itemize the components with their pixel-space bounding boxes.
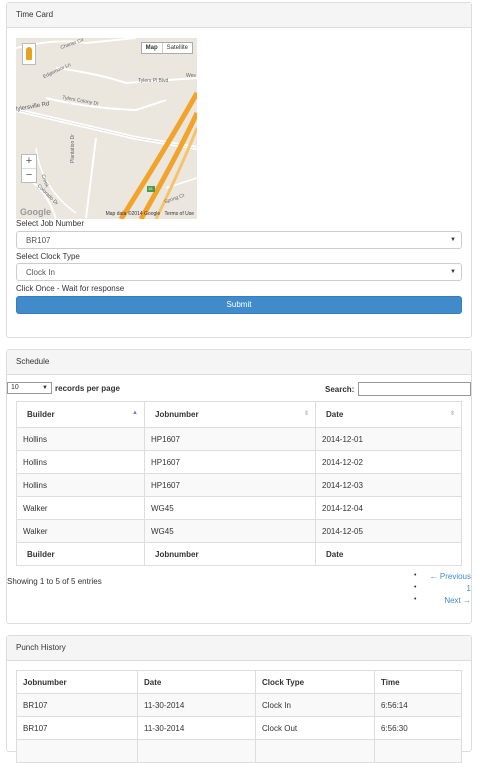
submit-button[interactable]: Submit <box>16 296 462 314</box>
map-type-satellite-button[interactable]: Satellite <box>163 43 192 53</box>
column-header-builder[interactable]: Builder ▲ <box>16 401 145 428</box>
cell-jobnumber: BR107 <box>16 716 138 740</box>
table-info: Showing 1 to 5 of 5 entries <box>7 577 102 586</box>
job-number-label: Select Job Number <box>16 219 85 228</box>
schedule-table: Builder ▲ Jobnumber ⇕ Date ⇕ Hollins HP1607… <box>16 401 462 566</box>
map-type-map-button[interactable]: Map <box>142 43 163 53</box>
clock-type-label: Select Clock Type <box>16 252 80 261</box>
cell-clock-type: Clock In <box>255 693 375 717</box>
cell-builder: Walker <box>16 496 145 520</box>
table-row: Hollins HP1607 2014-12-02 <box>16 450 462 474</box>
punch-history-heading: Punch History <box>7 636 471 661</box>
cell-jobnumber: HP1607 <box>144 427 316 451</box>
zoom-out-button[interactable]: − <box>22 169 36 182</box>
punch-history-panel: Punch History Jobnumber Date Clock Type … <box>6 635 472 763</box>
clock-type-select[interactable]: Clock In ▼ <box>16 263 462 281</box>
column-header-jobnumber[interactable]: Jobnumber ⇕ <box>144 401 316 428</box>
column-header-clock-type: Clock Type <box>255 670 375 694</box>
chevron-down-icon: ▼ <box>450 269 456 275</box>
records-per-page-value: 10 <box>11 384 19 391</box>
cell-date: 11-30-2014 <box>137 693 256 717</box>
google-logo: Google <box>20 207 51 217</box>
column-header-label: Builder <box>27 410 55 419</box>
schedule-panel: Schedule 10 ▼ records per page Search: B… <box>6 349 472 624</box>
cell-date: 11-30-2014 <box>137 716 256 740</box>
cell-time: 6:56:14 <box>374 693 462 717</box>
records-per-page-select[interactable]: 10 ▼ <box>7 382 52 394</box>
previous-page-link[interactable]: ← Previous <box>430 572 471 581</box>
cell-clock-type: Clock Out <box>255 716 375 740</box>
cell-builder: Walker <box>16 519 145 543</box>
map-type-toggle: Map Satellite <box>140 42 193 54</box>
table-row: Hollins HP1607 2014-12-01 <box>16 427 462 451</box>
cell-jobnumber: WG45 <box>144 496 316 520</box>
table-row: BR107 11-30-2014 Clock In 6:56:14 <box>16 693 462 717</box>
table-row: Walker WG45 2014-12-04 <box>16 496 462 520</box>
job-number-value: BR107 <box>26 236 51 245</box>
cell-jobnumber: WG45 <box>144 519 316 543</box>
cell-clock-type <box>255 739 375 763</box>
table-row: BR107 11-30-2014 Clock Out 6:56:30 <box>16 716 462 740</box>
sort-icon: ⇕ <box>449 411 455 417</box>
cell-time: 6:56:30 <box>374 716 462 740</box>
footer-builder: Builder <box>16 542 145 566</box>
pager-bullet: • <box>414 584 417 591</box>
next-page-link[interactable]: Next → <box>444 596 471 605</box>
street-label: Wes <box>186 73 196 79</box>
column-header-date: Date <box>137 670 256 694</box>
table-row <box>16 739 462 763</box>
table-row: Hollins HP1607 2014-12-03 <box>16 473 462 497</box>
terms-of-use-link[interactable]: Terms of Use <box>165 211 194 217</box>
cell-builder: Hollins <box>16 450 145 474</box>
location-map[interactable]: Charter Cir Edgemoor Ln Tylers Pl Blvd W… <box>16 38 197 219</box>
cell-date <box>137 739 256 763</box>
cell-date: 2014-12-01 <box>315 427 462 451</box>
column-header-label: Date <box>326 410 344 419</box>
timecard-heading: Time Card <box>7 3 471 28</box>
cell-jobnumber: HP1607 <box>144 473 316 497</box>
zoom-in-button[interactable]: + <box>22 155 36 169</box>
chevron-down-icon: ▼ <box>42 385 48 391</box>
schedule-heading: Schedule <box>7 350 471 375</box>
column-header-jobnumber: Jobnumber <box>16 670 138 694</box>
cell-builder: Hollins <box>16 473 145 497</box>
street-label: Plantation Dr <box>70 134 76 163</box>
cell-date: 2014-12-02 <box>315 450 462 474</box>
column-header-date[interactable]: Date ⇕ <box>315 401 462 428</box>
cell-jobnumber: HP1607 <box>144 450 316 474</box>
cell-builder: Hollins <box>16 427 145 451</box>
street-view-pegman-icon[interactable] <box>22 43 36 65</box>
pager-bullet: • <box>414 596 417 603</box>
clock-type-value: Clock In <box>26 268 55 277</box>
table-row: Walker WG45 2014-12-05 <box>16 519 462 543</box>
cell-date: 2014-12-05 <box>315 519 462 543</box>
sort-icon: ⇕ <box>303 411 309 417</box>
search-label: Search: <box>325 385 355 394</box>
cell-time <box>374 739 462 763</box>
punch-history-table: Jobnumber Date Clock Type Time BR107 11-… <box>16 670 462 763</box>
search-input[interactable] <box>358 382 471 396</box>
column-header-label: Jobnumber <box>155 410 199 419</box>
street-label: Tylers Pl Blvd <box>138 78 169 84</box>
timecard-panel: Time Card Charter Cir Edgemoor Ln Tylers… <box>6 2 472 338</box>
route-shield: 15 <box>148 186 153 191</box>
footer-jobnumber: Jobnumber <box>144 542 316 566</box>
column-header-time: Time <box>374 670 462 694</box>
map-attribution: Map data ©2014 Google Terms of Use <box>106 211 194 217</box>
page-1-link[interactable]: 1 <box>467 584 471 593</box>
job-number-select[interactable]: BR107 ▼ <box>16 231 462 249</box>
records-per-page-label: records per page <box>55 384 120 393</box>
cell-jobnumber: BR107 <box>16 693 138 717</box>
cell-date: 2014-12-03 <box>315 473 462 497</box>
zoom-control: + − <box>21 154 37 183</box>
chevron-down-icon: ▼ <box>450 237 456 243</box>
pager-bullet: • <box>414 572 417 579</box>
submit-note: Click Once - Wait for response <box>16 284 125 293</box>
cell-jobnumber <box>16 739 138 763</box>
cell-date: 2014-12-04 <box>315 496 462 520</box>
footer-date: Date <box>315 542 462 566</box>
map-data-text: Map data ©2014 Google <box>105 211 161 217</box>
sort-asc-icon: ▲ <box>132 410 138 416</box>
